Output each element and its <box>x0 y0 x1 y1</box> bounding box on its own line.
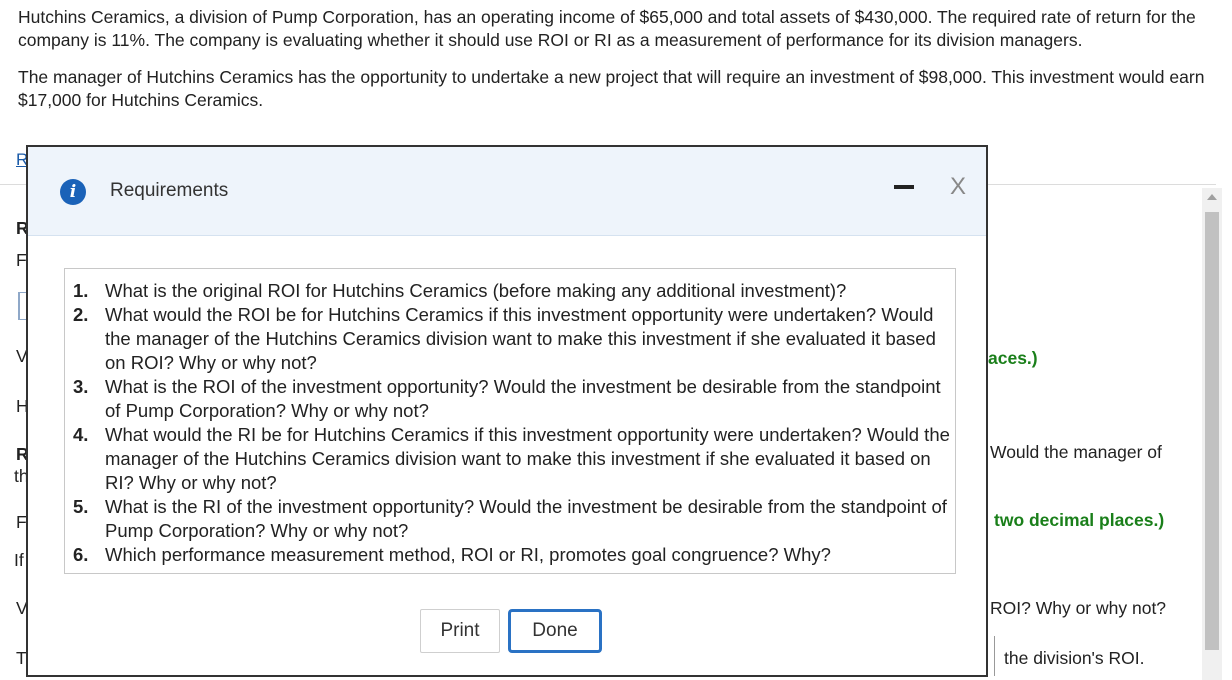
requirement-number: 4. <box>73 424 89 445</box>
done-button[interactable]: Done <box>508 609 602 653</box>
requirement-text: What would the ROI be for Hutchins Ceram… <box>105 304 936 373</box>
bg-instruction-fragment: aces.) <box>988 348 1038 368</box>
requirement-item: 6. Which performance measurement method, … <box>65 543 955 567</box>
requirement-text: What is the RI of the investment opportu… <box>105 496 947 541</box>
requirement-item: 5. What is the RI of the investment oppor… <box>65 495 955 543</box>
scroll-up-icon[interactable] <box>1207 194 1217 200</box>
requirement-text: What is the ROI of the investment opport… <box>105 376 941 421</box>
requirement-number: 6. <box>73 544 89 565</box>
bg-question-fragment: ROI? Why or why not? <box>990 598 1167 618</box>
requirement-item: 3. What is the ROI of the investment oppo… <box>65 375 955 423</box>
close-button[interactable]: X <box>950 173 966 201</box>
requirements-box: 1. What is the original ROI for Hutchins … <box>64 268 956 574</box>
dialog-header: i Requirements X <box>28 147 986 236</box>
print-button[interactable]: Print <box>420 609 500 653</box>
requirement-text: Which performance measurement method, RO… <box>105 544 831 565</box>
dialog-title: Requirements <box>110 180 229 201</box>
requirement-item: 4. What would the RI be for Hutchins Cera… <box>65 423 955 495</box>
requirement-number: 3. <box>73 376 89 397</box>
bg-instruction-fragment: two decimal places.) <box>994 510 1165 530</box>
bg-question-fragment: Would the manager of <box>990 442 1162 462</box>
requirement-number: 1. <box>73 280 89 301</box>
scrollbar-thumb[interactable] <box>1205 212 1219 650</box>
requirement-item: 2. What would the ROI be for Hutchins Cer… <box>65 303 955 375</box>
info-icon: i <box>60 179 86 205</box>
problem-paragraph-2: The manager of Hutchins Ceramics has the… <box>18 67 1205 110</box>
bg-question-fragment: the division's ROI. <box>1004 648 1145 668</box>
problem-paragraph-1: Hutchins Ceramics, a division of Pump Co… <box>18 7 1196 50</box>
requirement-text: What would the RI be for Hutchins Cerami… <box>105 424 950 493</box>
requirement-item: 1. What is the original ROI for Hutchins … <box>65 279 955 303</box>
vertical-scrollbar[interactable] <box>1202 188 1222 680</box>
requirements-list: 1. What is the original ROI for Hutchins … <box>65 269 955 567</box>
problem-statement: Hutchins Ceramics, a division of Pump Co… <box>18 6 1218 126</box>
requirement-number: 2. <box>73 304 89 325</box>
requirement-text: What is the original ROI for Hutchins Ce… <box>105 280 847 301</box>
bg-fragment: If <box>14 550 24 570</box>
requirement-number: 5. <box>73 496 89 517</box>
requirements-dialog: i Requirements X 1. What is the original … <box>26 145 988 677</box>
minimize-button[interactable] <box>894 185 914 189</box>
